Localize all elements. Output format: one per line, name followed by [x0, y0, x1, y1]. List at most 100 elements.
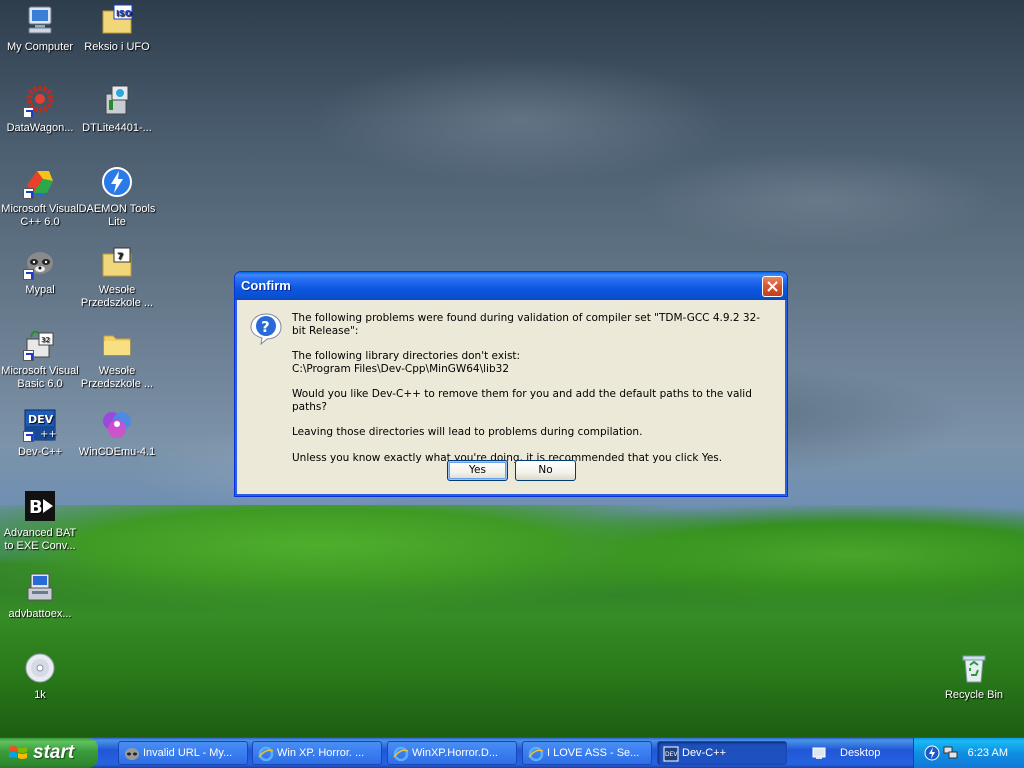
- dialog-title: Confirm: [241, 278, 291, 293]
- computer-icon: [23, 3, 57, 37]
- windows-flag-icon: [9, 746, 27, 759]
- message-line: Would you like Dev-C++ to remove them fo…: [292, 388, 752, 413]
- desktop-toolbar-icon: [812, 747, 826, 759]
- icon-label: DTLite4401-...: [82, 122, 152, 134]
- icon-label: Mypal: [25, 284, 55, 296]
- installer-icon: [23, 570, 57, 604]
- taskbar-item-winxp-horror-1[interactable]: Win XP. Horror. ...: [252, 741, 382, 765]
- recycle-bin-icon: [957, 651, 991, 685]
- folder-icon: 7: [100, 246, 134, 280]
- icon-label: WinCDEmu-4.1: [78, 446, 156, 458]
- message-line: The following library directories don't …: [292, 350, 521, 375]
- taskbar-item-dev-cpp[interactable]: DEV Dev-C++: [657, 741, 787, 765]
- taskbar: start Invalid URL - My... Win XP. Horror…: [0, 738, 1024, 768]
- start-button[interactable]: start: [0, 738, 98, 768]
- taskbar-item-i-love-ass[interactable]: I LOVE ASS - Se...: [522, 741, 652, 765]
- desktop-toolbar[interactable]: Desktop: [808, 741, 908, 765]
- svg-text:32: 32: [41, 336, 50, 344]
- clock[interactable]: 6:23 AM: [968, 738, 1008, 768]
- taskbar-item-invalid-url[interactable]: Invalid URL - My...: [118, 741, 248, 765]
- desktop-icon-my-computer[interactable]: My Computer: [0, 3, 80, 54]
- svg-text:?: ?: [261, 318, 270, 336]
- desktop-icon-wesole-2[interactable]: Wesołe Przedszkole ...: [77, 327, 157, 391]
- shortcut-arrow-icon: [23, 269, 34, 280]
- no-button[interactable]: No: [515, 460, 576, 481]
- icon-label: Dev-C++: [17, 446, 63, 458]
- visual-basic-icon: 32: [23, 327, 57, 361]
- icon-label: advbattoex...: [8, 608, 72, 620]
- visual-cpp-icon: [23, 165, 57, 199]
- wincdemu-icon: [100, 408, 134, 442]
- desktop-icon-datawagon[interactable]: DataWagon...: [0, 84, 80, 135]
- icon-label: Advanced BAT to EXE Conv...: [3, 527, 77, 552]
- desktop-icon-wesole-1[interactable]: 7 Wesołe Przedszkole ...: [77, 246, 157, 310]
- desktop-icon-advbattoexe[interactable]: advbattoex...: [0, 570, 80, 621]
- task-label: WinXP.Horror.D...: [412, 747, 498, 759]
- dev-badge: DEV: [28, 413, 54, 426]
- close-icon: [767, 281, 778, 292]
- svg-text:7: 7: [117, 252, 123, 262]
- desktop-icon-dtlite[interactable]: DTLite4401-...: [77, 84, 157, 135]
- cd-icon: [23, 651, 57, 685]
- desktop-icon-msvc[interactable]: Microsoft Visual C++ 6.0: [0, 165, 80, 229]
- confirm-dialog: Confirm ? The following problems were fo…: [234, 271, 788, 497]
- dialog-titlebar[interactable]: Confirm: [235, 272, 787, 300]
- svg-text:DEV: DEV: [665, 751, 678, 758]
- iso-file-icon: ISO: [100, 3, 134, 37]
- task-label: Win XP. Horror. ...: [277, 747, 365, 759]
- desktop-icon-devcpp[interactable]: DEV ++ Dev-C++: [0, 408, 80, 459]
- task-label: Invalid URL - My...: [143, 747, 233, 759]
- power-icon[interactable]: [924, 745, 940, 761]
- desktop-icon-msvb[interactable]: 32 Microsoft Visual Basic 6.0: [0, 327, 80, 391]
- desktop-hills: [0, 505, 1024, 737]
- bat-to-exe-icon: B: [23, 489, 57, 523]
- task-label: I LOVE ASS - Se...: [547, 747, 640, 759]
- dev-cpp-icon: DEV ++: [23, 408, 57, 442]
- shortcut-arrow-icon: [23, 350, 34, 361]
- question-icon: ?: [249, 312, 283, 346]
- shortcut-arrow-icon: [23, 431, 34, 442]
- shortcut-arrow-icon: [23, 188, 34, 199]
- iso-badge: ISO: [116, 9, 132, 18]
- internet-explorer-icon: [258, 746, 274, 762]
- desktop-icon-recycle-bin[interactable]: Recycle Bin: [934, 651, 1014, 702]
- desktop-icon-daemon[interactable]: DAEMON Tools Lite: [77, 165, 157, 229]
- system-tray: 6:23 AM: [913, 738, 1024, 768]
- message-line: Leaving those directories will lead to p…: [292, 426, 643, 438]
- icon-label: DAEMON Tools Lite: [78, 203, 156, 228]
- internet-explorer-icon: [393, 746, 409, 762]
- desktop-icon-reksio[interactable]: ISO Reksio i UFO: [77, 3, 157, 54]
- icon-label: Microsoft Visual Basic 6.0: [1, 365, 79, 390]
- taskbar-item-winxp-horror-2[interactable]: WinXP.Horror.D...: [387, 741, 517, 765]
- desktop-icon-advanced-bat[interactable]: B Advanced BAT to EXE Conv...: [0, 489, 80, 553]
- dialog-body: ? The following problems were found duri…: [239, 300, 783, 492]
- svg-text:++: ++: [40, 429, 57, 440]
- dev-cpp-icon: DEV: [663, 746, 679, 762]
- folder-icon: [100, 327, 134, 361]
- desktop-icon-1k[interactable]: 1k: [0, 651, 80, 702]
- dialog-message: The following problems were found during…: [292, 312, 772, 477]
- message-line: The following problems were found during…: [292, 312, 761, 337]
- internet-explorer-icon: [528, 746, 544, 762]
- icon-label: My Computer: [6, 41, 74, 53]
- icon-label: Wesołe Przedszkole ...: [80, 284, 154, 309]
- icon-label: Recycle Bin: [944, 689, 1004, 701]
- yes-button[interactable]: Yes: [447, 460, 508, 481]
- icon-label: DataWagon...: [6, 122, 74, 134]
- network-icon[interactable]: [943, 745, 959, 761]
- close-button[interactable]: [762, 276, 783, 297]
- desktop-icon-wincdemu[interactable]: WinCDEmu-4.1: [77, 408, 157, 459]
- svg-text:B: B: [29, 497, 43, 518]
- desktop-icon-mypal[interactable]: Mypal: [0, 246, 80, 297]
- start-label: start: [33, 742, 75, 763]
- installer-package-icon: [100, 84, 134, 118]
- raccoon-icon: [23, 246, 57, 280]
- icon-label: Reksio i UFO: [84, 41, 150, 53]
- task-label: Dev-C++: [682, 747, 727, 759]
- icon-label: Microsoft Visual C++ 6.0: [1, 203, 79, 228]
- raccoon-icon: [125, 748, 139, 760]
- desktop-toolbar-label: Desktop: [840, 747, 881, 759]
- shortcut-arrow-icon: [23, 107, 34, 118]
- icon-label: Wesołe Przedszkole ...: [80, 365, 154, 390]
- daemon-tools-icon: [100, 165, 134, 199]
